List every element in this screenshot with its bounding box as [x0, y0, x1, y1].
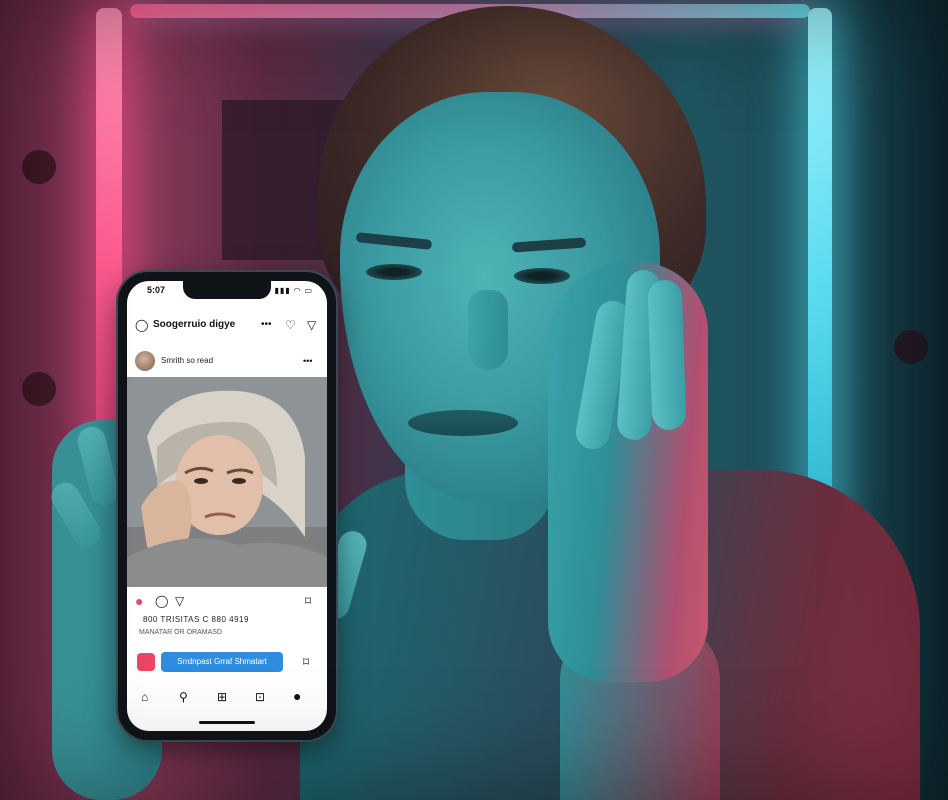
profile-icon[interactable]: ●	[293, 689, 301, 703]
status-bar: 5:07 ▮▮▮ ◠ ▭	[127, 285, 327, 299]
wall-dot	[22, 150, 56, 184]
bottom-nav: ⌂ ⚲ ⊞ ⊡ ●	[127, 685, 327, 709]
more-icon[interactable]: •••	[303, 355, 312, 367]
post-image[interactable]	[127, 377, 327, 587]
post-header: Smrith so read •••	[127, 347, 327, 377]
battery-icon: ▭	[304, 286, 313, 295]
home-indicator[interactable]	[199, 721, 255, 724]
bookmark-icon[interactable]: ⌑	[305, 595, 311, 607]
wall-dot	[894, 330, 928, 364]
photo-scene: 5:07 ▮▮▮ ◠ ▭ ◯ Soogerruio digye ••• ♡ ▽ …	[0, 0, 948, 800]
post-photo-crying-woman	[127, 377, 327, 587]
woman-eye-right	[514, 268, 570, 284]
woman-eye-left	[366, 264, 422, 280]
app-title: Soogerruio digye	[153, 319, 236, 330]
status-time: 5:07	[147, 285, 166, 295]
phone-screen: 5:07 ▮▮▮ ◠ ▭ ◯ Soogerruio digye ••• ♡ ▽ …	[127, 281, 327, 731]
avatar[interactable]	[135, 351, 155, 371]
camera-icon[interactable]: ◯	[135, 319, 148, 331]
bookmark-icon[interactable]: ⌑	[303, 656, 309, 668]
comment-icon[interactable]: ◯	[155, 595, 168, 607]
cta-row: Srrdnpast Grraf Shmatart ⌑	[127, 647, 327, 677]
send-icon[interactable]: ▽	[307, 319, 316, 331]
home-icon[interactable]: ⌂	[141, 691, 148, 703]
post-caption: MANATAR OR ORAMASD	[139, 629, 222, 636]
cta-button[interactable]: Srrdnpast Grraf Shmatart	[161, 652, 283, 672]
wifi-icon: ◠	[294, 286, 302, 295]
heart-icon[interactable]: ♡	[285, 319, 296, 331]
woman-finger	[647, 279, 687, 431]
more-icon[interactable]: •••	[261, 319, 272, 331]
smartphone: 5:07 ▮▮▮ ◠ ▭ ◯ Soogerruio digye ••• ♡ ▽ …	[118, 272, 336, 740]
app-top-bar: ◯ Soogerruio digye ••• ♡ ▽	[127, 313, 327, 339]
like-count[interactable]: 800 TRISITAS C 880 4919	[143, 615, 249, 624]
woman-nose	[468, 290, 508, 370]
post-actions: ● ◯ ▽ ⌑	[127, 591, 327, 613]
like-button[interactable]	[137, 653, 155, 671]
reels-icon[interactable]: ⊞	[217, 691, 227, 703]
woman-mouth	[408, 410, 518, 436]
send-icon[interactable]: ▽	[175, 595, 184, 607]
heart-icon[interactable]: ●	[135, 594, 143, 608]
post-username[interactable]: Smrith so read	[161, 356, 213, 365]
wall-dot	[22, 372, 56, 406]
shop-icon[interactable]: ⊡	[255, 691, 265, 703]
neon-light-cyan	[808, 8, 832, 518]
search-icon[interactable]: ⚲	[179, 691, 188, 703]
status-icons: ▮▮▮ ◠ ▭	[275, 286, 313, 295]
signal-icon: ▮▮▮	[274, 286, 291, 295]
